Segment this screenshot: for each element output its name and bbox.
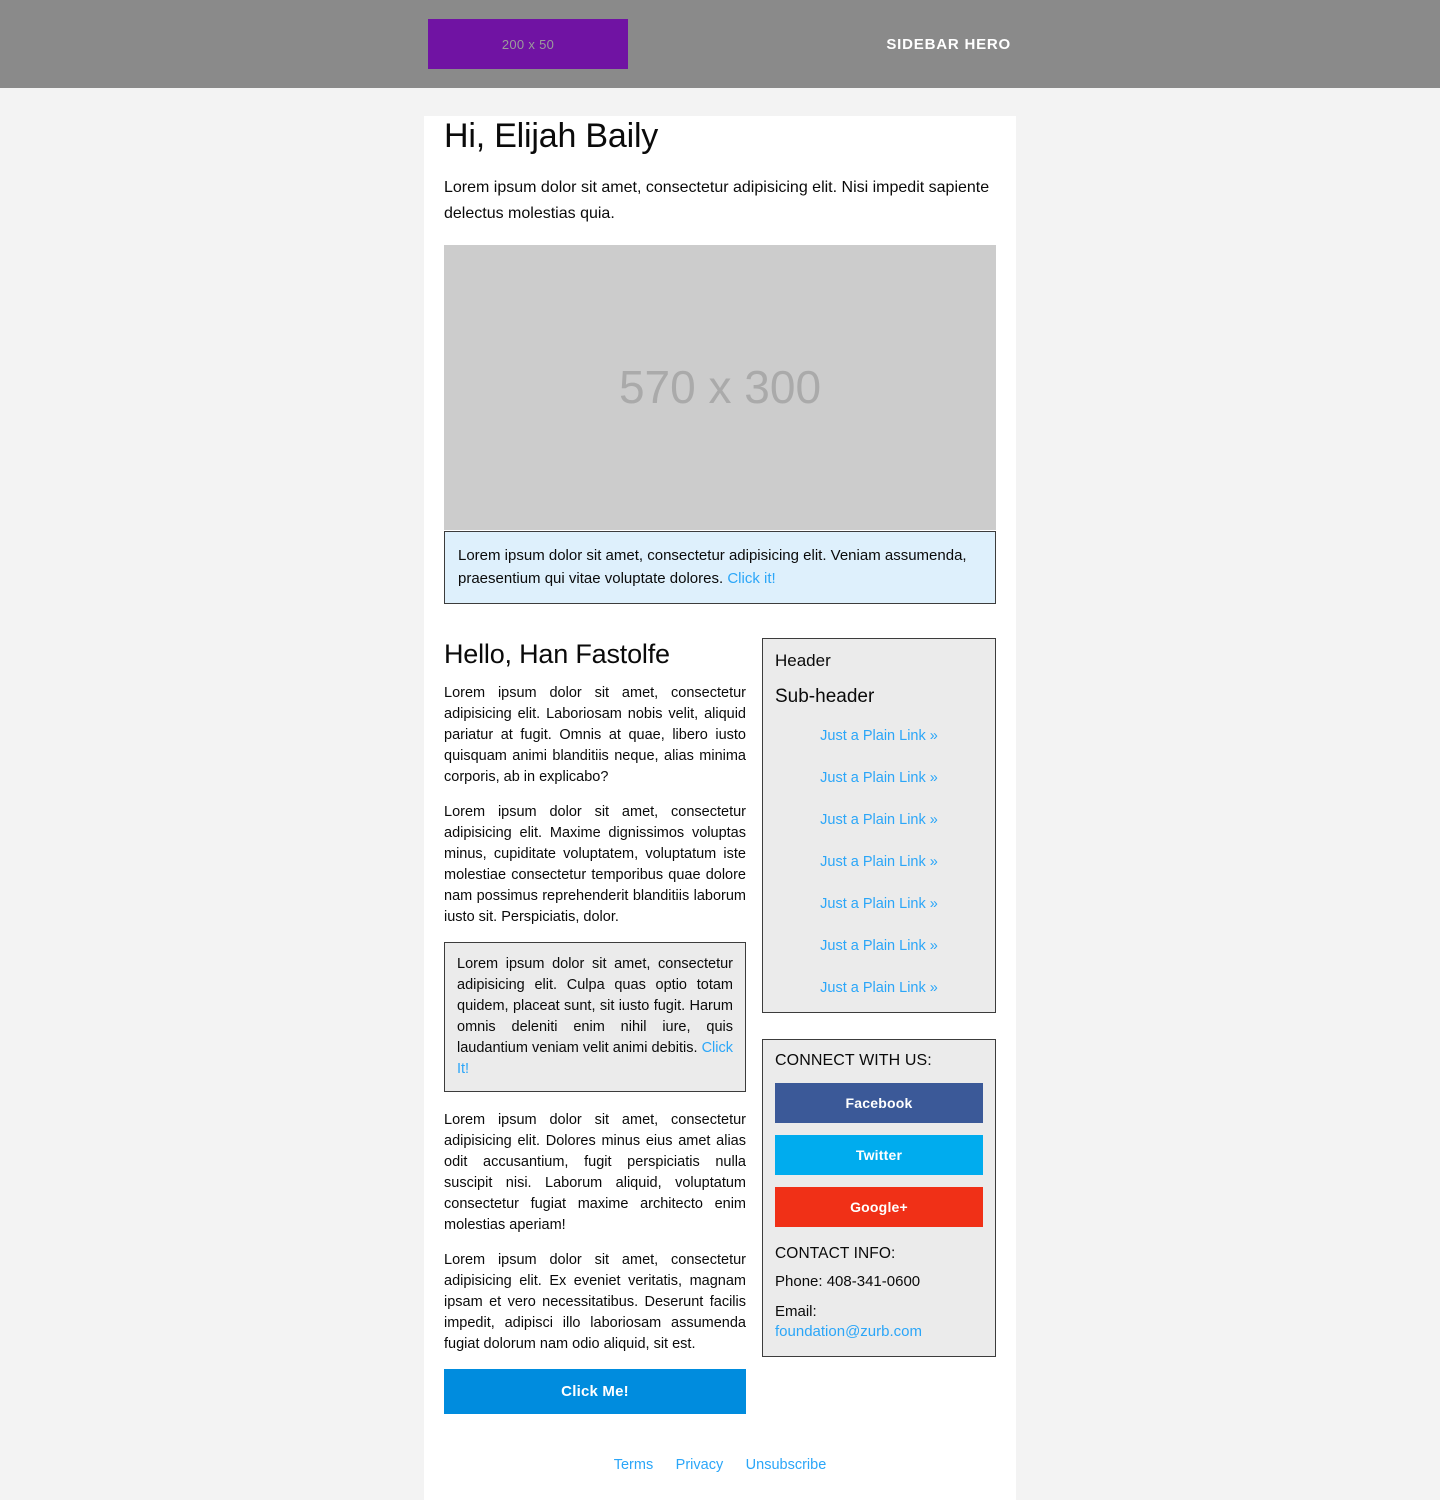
hero-bar-inner: 200 x 50 SIDEBAR HERO	[424, 0, 1016, 88]
sidebar-link-1[interactable]: Just a Plain Link »	[775, 728, 983, 744]
facebook-button[interactable]: Facebook	[775, 1083, 983, 1124]
logo-placeholder-label: 200 x 50	[501, 36, 555, 52]
callout-text: Lorem ipsum dolor sit amet, consectetur …	[458, 544, 982, 591]
footer: Terms Privacy Unsubscribe	[444, 1414, 996, 1500]
sidebar-connect-panel: CONNECT WITH US: Facebook Twitter Google…	[762, 1039, 996, 1358]
hero-image-placeholder-label: 570 x 300	[618, 361, 822, 414]
sidebar-column: Header Sub-header Just a Plain Link » Ju…	[762, 638, 996, 1358]
cta-button[interactable]: Click Me!	[444, 1368, 746, 1414]
footer-link-terms[interactable]: Terms	[614, 1457, 653, 1473]
article-heading: Hello, Han Fastolfe	[444, 639, 670, 670]
contact-email-link[interactable]: foundation@zurb.com	[775, 1323, 922, 1340]
hero-title: SIDEBAR HERO	[886, 35, 1011, 53]
page-wrap: Hi, Elijah Baily Lorem ipsum dolor sit a…	[0, 116, 1440, 1500]
hero-image-placeholder: 570 x 300	[444, 244, 996, 530]
content-row: Hello, Han Fastolfe Lorem ipsum dolor si…	[444, 638, 996, 1414]
logo-placeholder[interactable]: 200 x 50	[428, 19, 628, 69]
email-container: Hi, Elijah Baily Lorem ipsum dolor sit a…	[424, 116, 1016, 1500]
callout-link[interactable]: Click it!	[727, 570, 775, 587]
twitter-button[interactable]: Twitter	[775, 1135, 983, 1176]
article-paragraph-2: Lorem ipsum dolor sit amet, consectetur …	[444, 803, 746, 925]
sidebar-link-2[interactable]: Just a Plain Link »	[775, 770, 983, 786]
article-callout-panel: Lorem ipsum dolor sit amet, consectetur …	[444, 941, 746, 1092]
footer-link-unsubscribe[interactable]: Unsubscribe	[746, 1457, 827, 1473]
contact-phone: Phone: 408-341-0600	[775, 1273, 921, 1291]
article-callout-body: Lorem ipsum dolor sit amet, consectetur …	[457, 955, 733, 1056]
intro-paragraph: Lorem ipsum dolor sit amet, consectetur …	[444, 178, 990, 222]
footer-link-privacy[interactable]: Privacy	[676, 1457, 724, 1473]
email-inner: Hi, Elijah Baily Lorem ipsum dolor sit a…	[424, 116, 1016, 1500]
connect-title: CONNECT WITH US:	[775, 1052, 932, 1070]
googleplus-button[interactable]: Google+	[775, 1187, 983, 1228]
sidebar-header: Header	[775, 651, 831, 671]
contact-email-block: Email: foundation@zurb.com	[775, 1302, 983, 1343]
article-column: Hello, Han Fastolfe Lorem ipsum dolor si…	[444, 638, 762, 1414]
callout-body: Lorem ipsum dolor sit amet, consectetur …	[458, 546, 967, 587]
contact-email-label: Email:	[775, 1302, 817, 1320]
sidebar-sub-header: Sub-header	[775, 685, 875, 707]
sidebar-link-4[interactable]: Just a Plain Link »	[775, 854, 983, 870]
callout-panel: Lorem ipsum dolor sit amet, consectetur …	[444, 530, 996, 605]
article-paragraph-4: Lorem ipsum dolor sit amet, consectetur …	[444, 1251, 746, 1352]
sidebar-links-panel: Header Sub-header Just a Plain Link » Ju…	[762, 638, 996, 1014]
page-title: Hi, Elijah Baily	[444, 117, 659, 155]
sidebar-link-6[interactable]: Just a Plain Link »	[775, 938, 983, 954]
hero-bar: 200 x 50 SIDEBAR HERO	[0, 0, 1440, 88]
article-callout-text: Lorem ipsum dolor sit amet, consectetur …	[457, 954, 733, 1080]
sidebar-link-3[interactable]: Just a Plain Link »	[775, 812, 983, 828]
sidebar-link-5[interactable]: Just a Plain Link »	[775, 896, 983, 912]
article-paragraph-3: Lorem ipsum dolor sit amet, consectetur …	[444, 1111, 746, 1233]
article-paragraph-1: Lorem ipsum dolor sit amet, consectetur …	[444, 684, 746, 785]
contact-info-title: CONTACT INFO:	[775, 1245, 896, 1263]
sidebar-link-7[interactable]: Just a Plain Link »	[775, 980, 983, 996]
